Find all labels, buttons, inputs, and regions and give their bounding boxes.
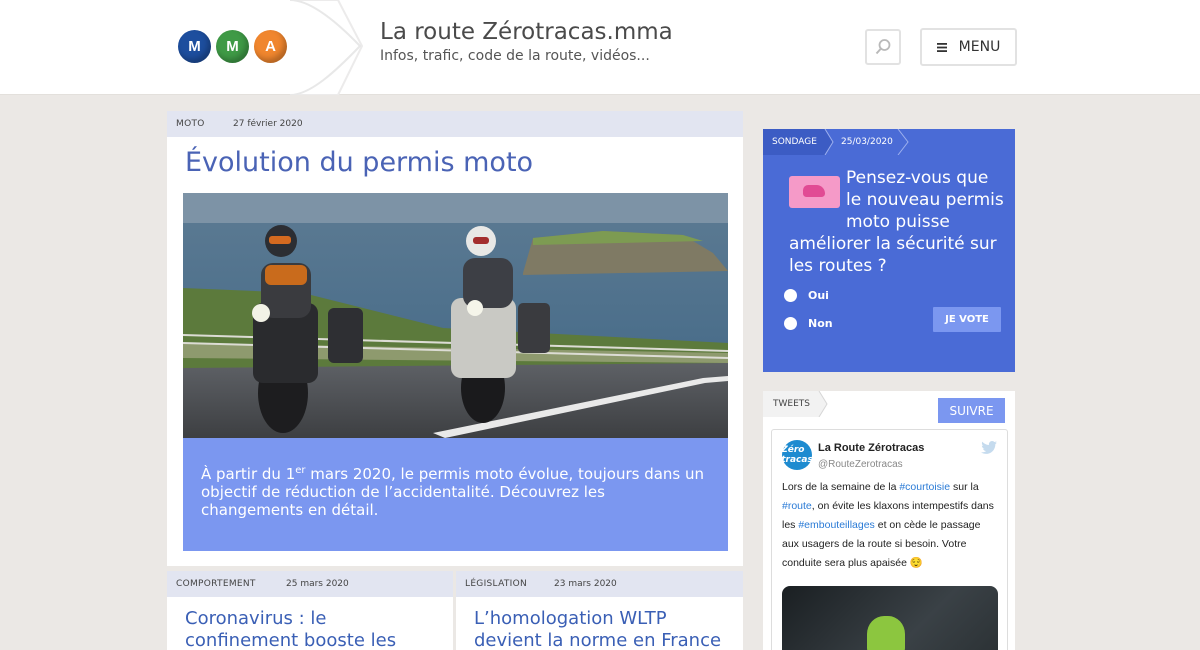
poll-option-label: Oui bbox=[808, 289, 829, 302]
lead-ordinal: er bbox=[295, 465, 306, 476]
logo-letter-m1: M bbox=[178, 30, 211, 63]
article-card-legislation[interactable]: LÉGISLATION 23 mars 2020 L’homologation … bbox=[456, 571, 743, 650]
poll-option-oui[interactable]: Oui bbox=[784, 289, 829, 302]
hashtag-link[interactable]: #embouteillages bbox=[798, 519, 874, 531]
card-category[interactable]: COMPORTEMENT bbox=[167, 579, 286, 589]
search-icon bbox=[875, 39, 891, 55]
poll-tagbar: SONDAGE 25/03/2020 bbox=[763, 129, 1015, 155]
hamburger-icon bbox=[936, 42, 947, 52]
menu-label: MENU bbox=[958, 39, 1001, 55]
tweets-tag: TWEETS bbox=[773, 399, 810, 409]
hashtag-link[interactable]: #courtoisie bbox=[899, 481, 950, 493]
poll-option-non[interactable]: Non bbox=[784, 317, 833, 330]
tweet-card[interactable]: Zéro tracas La Route Zérotracas @RouteZe… bbox=[771, 429, 1008, 650]
tweets-widget: TWEETS SUIVRE Zéro tracas La Route Zérot… bbox=[763, 390, 1015, 650]
article-lead: À partir du 1er mars 2020, le permis mot… bbox=[183, 438, 728, 551]
license-card-icon bbox=[789, 176, 840, 208]
poll-widget: SONDAGE 25/03/2020 Pensez-vous que le no… bbox=[763, 129, 1015, 372]
poll-question: Pensez-vous que le nouveau permis moto p… bbox=[789, 167, 1004, 277]
card-tagbar: LÉGISLATION 23 mars 2020 bbox=[456, 571, 743, 597]
tweet-text: Lors de la semaine de la #courtoisie sur… bbox=[782, 478, 997, 573]
twitter-bird-icon[interactable] bbox=[981, 441, 997, 454]
card-category[interactable]: LÉGISLATION bbox=[456, 579, 554, 589]
article-category[interactable]: MOTO bbox=[167, 119, 233, 129]
menu-button[interactable]: MENU bbox=[920, 28, 1017, 66]
search-button[interactable] bbox=[865, 29, 901, 65]
tweets-tagbar: TWEETS bbox=[763, 390, 833, 421]
card-tagbar: COMPORTEMENT 25 mars 2020 bbox=[167, 571, 453, 597]
site-header: M M A La route Zérotracas.mma Infos, tra… bbox=[0, 0, 1200, 95]
tweet-text-part: sur la bbox=[950, 481, 979, 493]
poll-date: 25/03/2020 bbox=[841, 137, 893, 147]
logo-letter-m2: M bbox=[216, 30, 249, 63]
article-photo[interactable] bbox=[183, 193, 728, 438]
card-title[interactable]: L’homologation WLTP devient la norme en … bbox=[474, 608, 734, 650]
article-tagbar: MOTO 27 février 2020 bbox=[167, 111, 743, 137]
article-date: 27 février 2020 bbox=[233, 119, 303, 129]
follow-button[interactable]: SUIVRE bbox=[938, 398, 1005, 423]
poll-option-label: Non bbox=[808, 317, 833, 330]
lead-text-start: À partir du 1 bbox=[201, 465, 296, 483]
card-date: 23 mars 2020 bbox=[554, 579, 617, 589]
featured-article[interactable]: MOTO 27 février 2020 Évolution du permis… bbox=[167, 111, 743, 566]
vote-button[interactable]: JE VOTE bbox=[933, 307, 1001, 332]
article-card-comportement[interactable]: COMPORTEMENT 25 mars 2020 Coronavirus : … bbox=[167, 571, 453, 650]
radio-non[interactable] bbox=[784, 317, 797, 330]
article-title[interactable]: Évolution du permis moto bbox=[185, 147, 533, 178]
tweet-author-name[interactable]: La Route Zérotracas bbox=[818, 442, 924, 454]
header-chevron-decoration bbox=[289, 0, 364, 95]
site-subtitle: Infos, trafic, code de la route, vidéos.… bbox=[380, 48, 650, 64]
card-date: 25 mars 2020 bbox=[286, 579, 349, 589]
site-title[interactable]: La route Zérotracas.mma bbox=[380, 19, 673, 45]
card-title[interactable]: Coronavirus : le confinement booste les bbox=[185, 608, 435, 650]
radio-oui[interactable] bbox=[784, 289, 797, 302]
plush-toy-shape bbox=[867, 616, 905, 650]
avatar[interactable]: Zéro tracas bbox=[781, 440, 813, 470]
poll-tag: SONDAGE bbox=[772, 137, 817, 147]
hashtag-link[interactable]: #route bbox=[782, 500, 812, 512]
tweet-media-image[interactable] bbox=[782, 586, 998, 650]
tweet-author-handle[interactable]: @RouteZerotracas bbox=[818, 459, 903, 470]
motorcycles-image bbox=[183, 193, 728, 438]
tweet-text-part: Lors de la semaine de la bbox=[782, 481, 900, 493]
